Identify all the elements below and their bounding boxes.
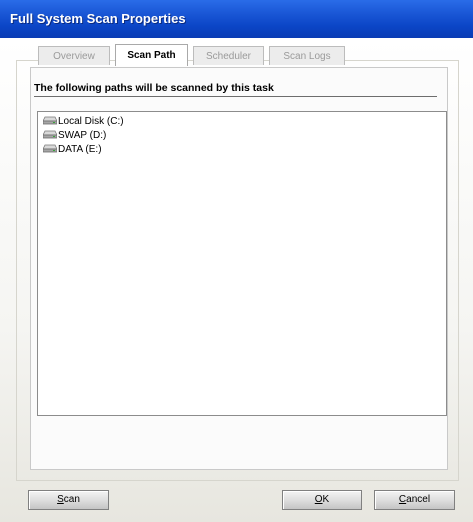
ok-button[interactable]: OK bbox=[282, 490, 362, 510]
list-item[interactable]: DATA (E:) bbox=[43, 143, 102, 157]
ok-label-rest: K bbox=[322, 494, 330, 505]
window-title: Full System Scan Properties bbox=[10, 11, 186, 26]
tab-overview[interactable]: Overview bbox=[38, 46, 110, 65]
drive-icon bbox=[43, 144, 57, 153]
cancel-button[interactable]: Cancel bbox=[374, 490, 455, 510]
path-label: DATA (E:) bbox=[58, 144, 102, 155]
tab-label: Scheduler bbox=[205, 51, 252, 62]
list-item[interactable]: Local Disk (C:) bbox=[43, 115, 124, 129]
tab-scan-logs[interactable]: Scan Logs bbox=[269, 46, 345, 65]
scan-button[interactable]: Scan bbox=[28, 490, 109, 510]
scan-paths-list[interactable]: Local Disk (C:) SWAP (D:) DATA (E:) bbox=[37, 111, 447, 416]
section-divider bbox=[34, 96, 437, 97]
cancel-label-rest: ancel bbox=[406, 494, 431, 505]
scan-label-rest: can bbox=[63, 494, 80, 505]
ok-accelerator: O bbox=[314, 494, 323, 505]
section-label: The following paths will be scanned by t… bbox=[34, 82, 274, 94]
drive-icon bbox=[43, 116, 57, 125]
tab-scheduler[interactable]: Scheduler bbox=[193, 46, 264, 65]
drive-icon bbox=[43, 130, 57, 139]
path-label: Local Disk (C:) bbox=[58, 116, 124, 127]
list-item[interactable]: SWAP (D:) bbox=[43, 129, 106, 143]
tab-label: Scan Path bbox=[127, 50, 176, 61]
path-label: SWAP (D:) bbox=[58, 130, 107, 141]
tab-label: Scan Logs bbox=[283, 51, 331, 62]
title-bar[interactable]: Full System Scan Properties bbox=[0, 0, 473, 38]
scan-properties-window: Full System Scan Properties Overview Sca… bbox=[0, 0, 473, 522]
tab-scan-path[interactable]: Scan Path bbox=[115, 44, 188, 66]
scan-accelerator: S bbox=[57, 494, 64, 505]
tab-label: Overview bbox=[53, 51, 95, 62]
